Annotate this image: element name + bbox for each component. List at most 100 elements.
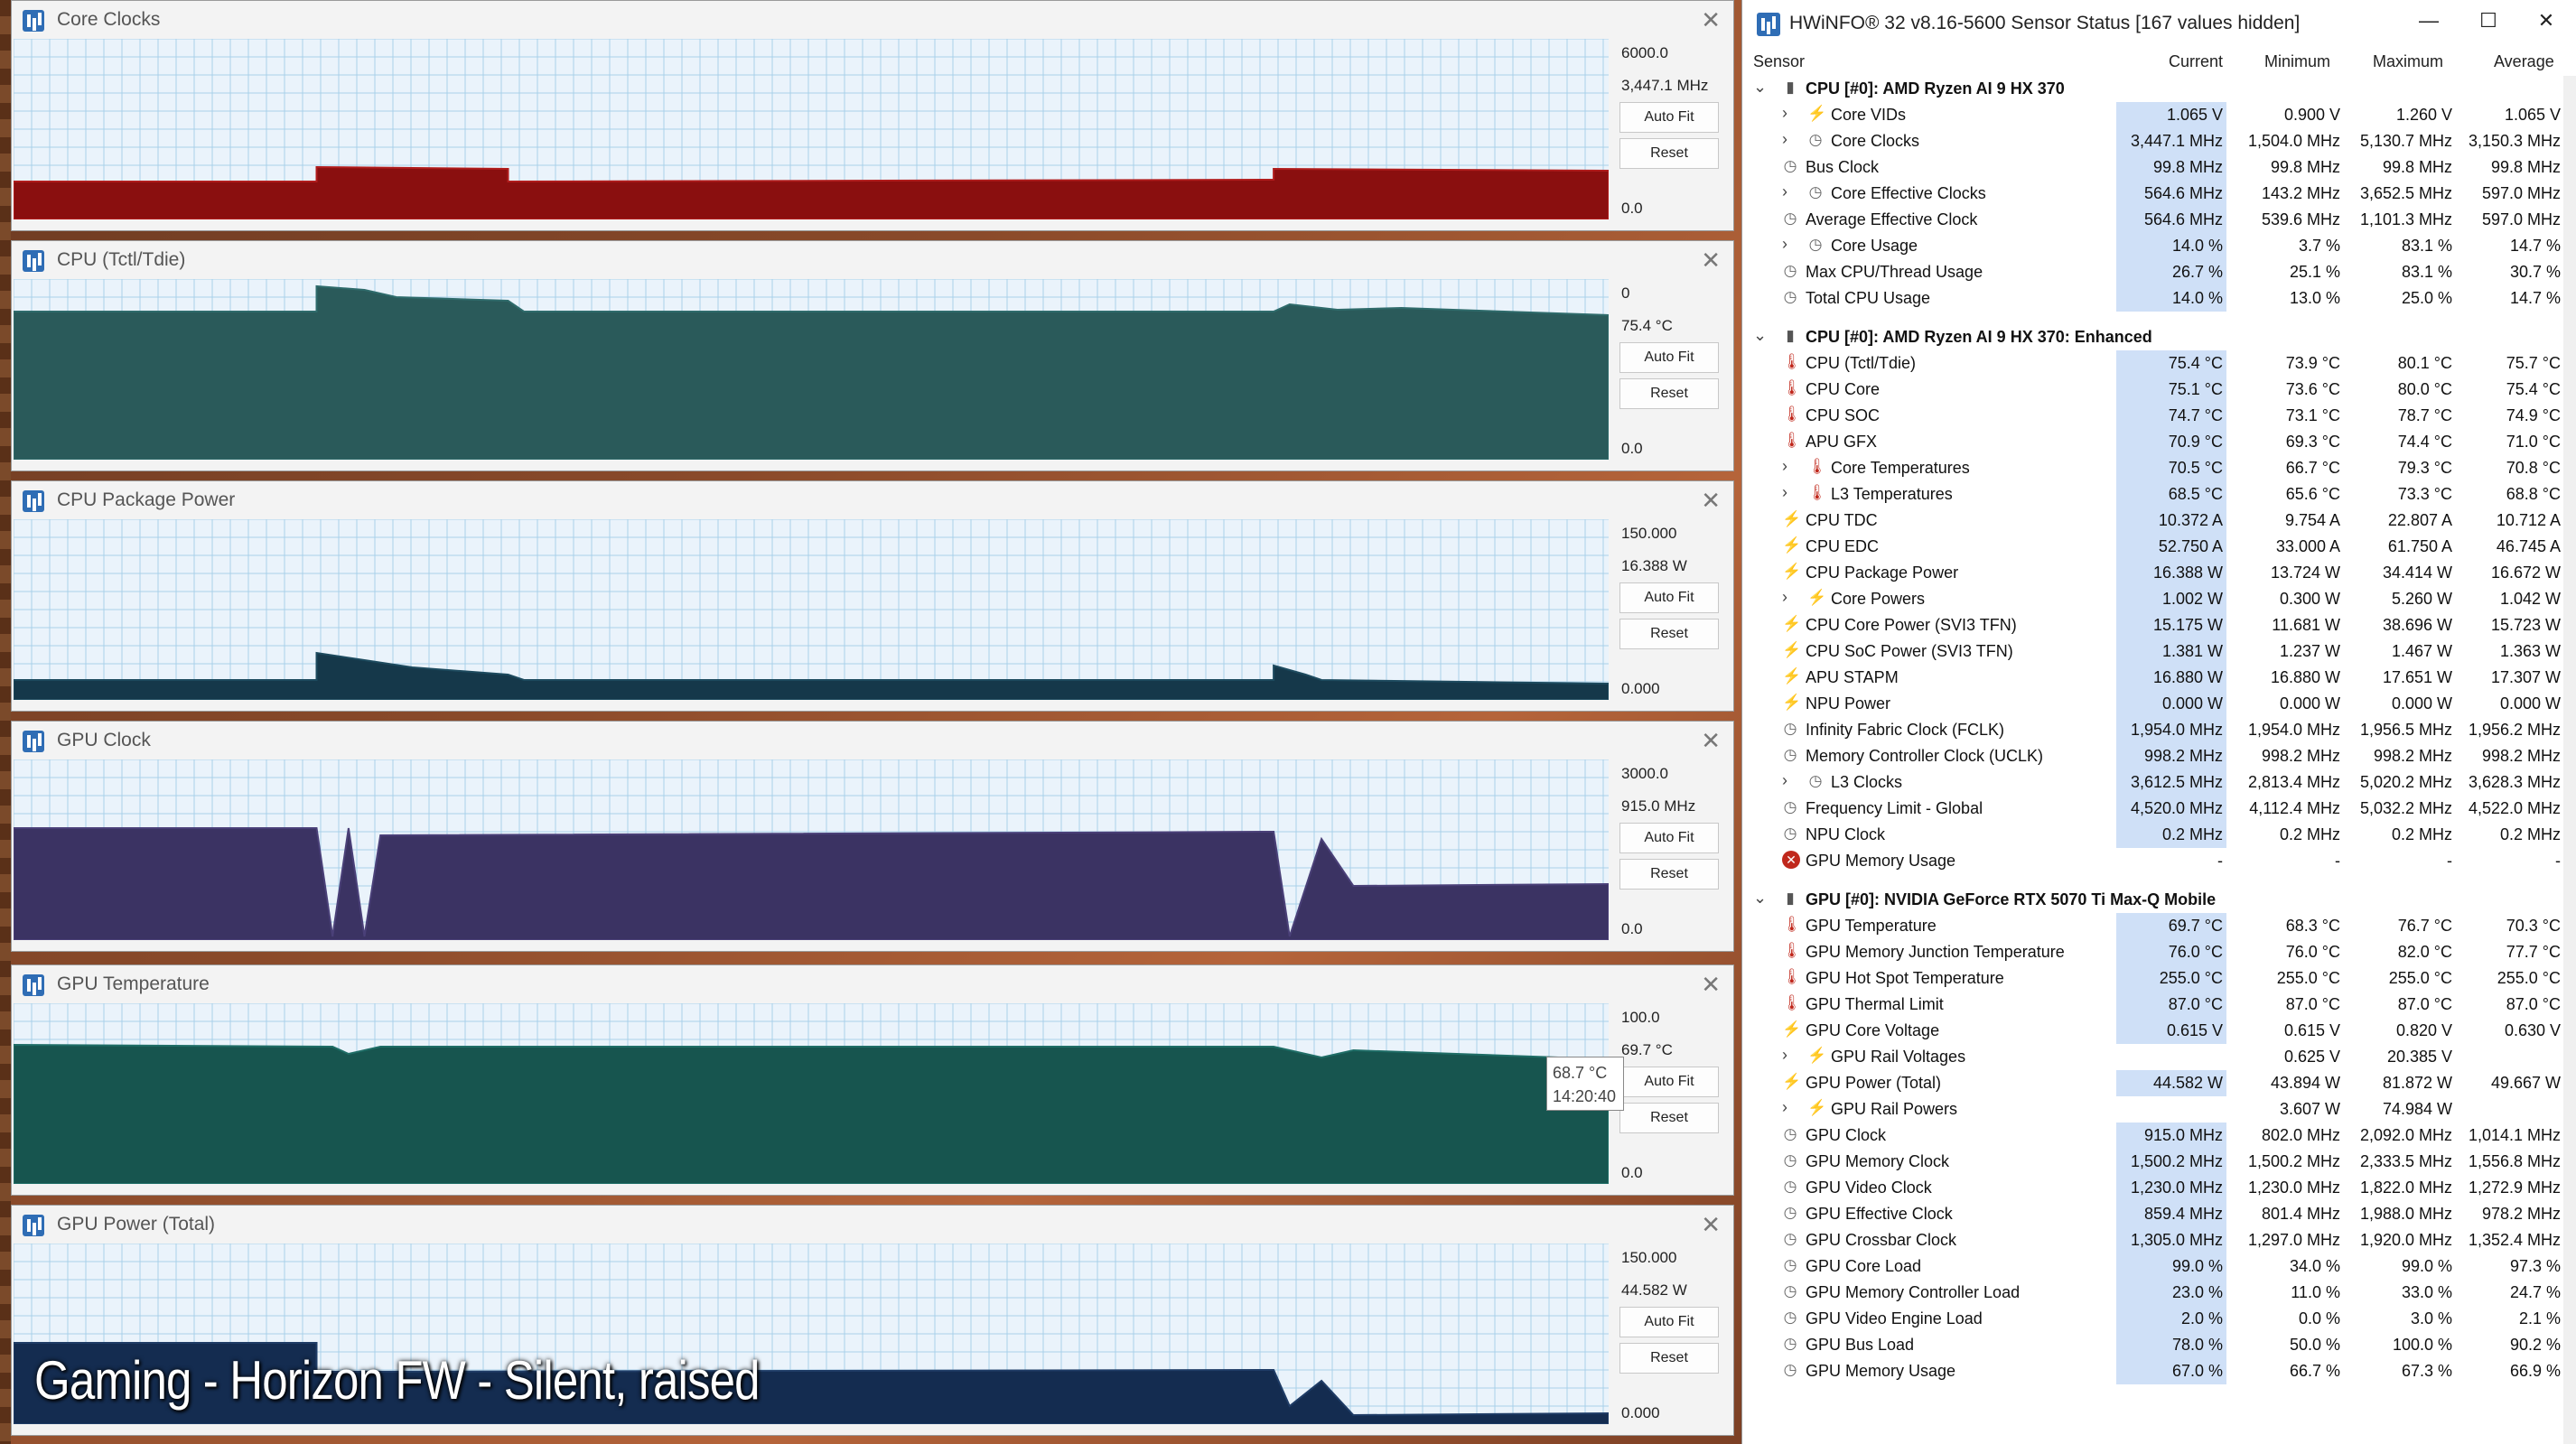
sensor-row[interactable]: ◷ GPU Bus Load 78.0 % 50.0 % 100.0 % 90.2 % — [1742, 1332, 2576, 1358]
collapse-chevron-icon[interactable]: ⌄ — [1753, 326, 1767, 345]
sensor-row[interactable]: › ⚡ Core Powers 1.002 W 0.300 W 5.260 W 1.042 … — [1742, 586, 2576, 612]
graph-titlebar[interactable]: GPU Temperature ✕ — [12, 965, 1733, 1001]
maximize-icon[interactable]: ☐ — [2470, 9, 2506, 33]
reset-button[interactable]: Reset — [1619, 859, 1719, 890]
sensor-row[interactable]: › 🌡 L3 Temperatures 68.5 °C 65.6 °C 73.3 °C 68… — [1742, 481, 2576, 508]
close-icon[interactable]: ✕ — [1701, 727, 1721, 755]
expand-chevron-icon[interactable]: › — [1782, 1046, 1787, 1065]
sensor-row[interactable]: ⚡ APU STAPM 16.880 W 16.880 W 17.651 W 17.307… — [1742, 665, 2576, 691]
auto-fit-button[interactable]: Auto Fit — [1619, 102, 1719, 133]
expand-chevron-icon[interactable]: › — [1782, 104, 1787, 123]
sensor-row[interactable]: 🌡 GPU Temperature 69.7 °C 68.3 °C 76.7 °C 70.… — [1742, 913, 2576, 939]
expand-chevron-icon[interactable]: › — [1782, 588, 1787, 607]
auto-fit-button[interactable]: Auto Fit — [1619, 342, 1719, 373]
sensor-row[interactable]: ⚡ CPU Package Power 16.388 W 13.724 W 34.414… — [1742, 560, 2576, 586]
sensor-row[interactable]: ⚡ GPU Power (Total) 44.582 W 43.894 W 81.872… — [1742, 1070, 2576, 1096]
sensor-name: CPU Core — [1806, 380, 1881, 398]
sensor-row[interactable]: ◷ Bus Clock 99.8 MHz 99.8 MHz 99.8 MHz 99.8 M… — [1742, 154, 2576, 181]
sensor-row[interactable]: 🌡 GPU Thermal Limit 87.0 °C 87.0 °C 87.0 °C 8… — [1742, 992, 2576, 1018]
sensor-group-row[interactable]: ⌄ ▮ GPU [#0]: NVIDIA GeForce RTX 5070 Ti… — [1742, 887, 2576, 913]
col-maximum[interactable]: Maximum — [2373, 52, 2443, 71]
sensor-row[interactable]: ◷ GPU Core Load 99.0 % 34.0 % 99.0 % 97.3 % — [1742, 1253, 2576, 1280]
reset-button[interactable]: Reset — [1619, 138, 1719, 169]
auto-fit-button[interactable]: Auto Fit — [1619, 823, 1719, 853]
sensor-row[interactable]: › ◷ Core Clocks 3,447.1 MHz 1,504.0 MHz 5,130… — [1742, 128, 2576, 154]
sensor-row[interactable]: ⚡ CPU SoC Power (SVI3 TFN) 1.381 W 1.237 W 1… — [1742, 638, 2576, 665]
sensor-row[interactable]: ✕ GPU Memory Usage - - - - — [1742, 848, 2576, 874]
collapse-chevron-icon[interactable]: ⌄ — [1753, 889, 1767, 908]
sensor-row[interactable]: ◷ Memory Controller Clock (UCLK) 998.2 MHz… — [1742, 743, 2576, 769]
sensor-group-row[interactable]: ⌄ ▮ CPU [#0]: AMD Ryzen AI 9 HX 370: Enh… — [1742, 324, 2576, 350]
sensor-row[interactable]: ⚡ CPU EDC 52.750 A 33.000 A 61.750 A 46.745 A — [1742, 534, 2576, 560]
sensor-row[interactable]: ◷ Max CPU/Thread Usage 26.7 % 25.1 % 83.1 % 3… — [1742, 259, 2576, 285]
expand-chevron-icon[interactable]: › — [1782, 771, 1787, 790]
sensor-row[interactable]: › ⚡ Core VIDs 1.065 V 0.900 V 1.260 V 1.065 V — [1742, 102, 2576, 128]
sensor-row[interactable]: ◷ GPU Effective Clock 859.4 MHz 801.4 MHz 1,… — [1742, 1201, 2576, 1227]
expand-chevron-icon[interactable]: › — [1782, 182, 1787, 201]
sensor-row[interactable]: › 🌡 Core Temperatures 70.5 °C 66.7 °C 79.3 °C… — [1742, 455, 2576, 481]
col-minimum[interactable]: Minimum — [2264, 52, 2330, 71]
graph-title: Core Clocks — [57, 9, 161, 30]
auto-fit-button[interactable]: Auto Fit — [1619, 1307, 1719, 1337]
reset-button[interactable]: Reset — [1619, 1103, 1719, 1133]
sensor-maximum: 38.696 W — [2382, 616, 2452, 634]
sensor-row[interactable]: ◷ Average Effective Clock 564.6 MHz 539.6 M… — [1742, 207, 2576, 233]
sensor-row[interactable]: 🌡 CPU Core 75.1 °C 73.6 °C 80.0 °C 75.4 °C — [1742, 377, 2576, 403]
col-sensor[interactable]: Sensor — [1753, 52, 1805, 71]
sensor-row[interactable]: ⚡ GPU Core Voltage 0.615 V 0.615 V 0.820 V 0.… — [1742, 1018, 2576, 1044]
graph-titlebar[interactable]: Core Clocks ✕ — [12, 1, 1733, 37]
sensor-row[interactable]: ◷ Frequency Limit - Global 4,520.0 MHz 4,11… — [1742, 796, 2576, 822]
close-icon[interactable]: ✕ — [1701, 487, 1721, 515]
sensor-row[interactable]: ◷ GPU Video Clock 1,230.0 MHz 1,230.0 MHz 1,… — [1742, 1175, 2576, 1201]
sensor-row[interactable]: › ◷ Core Usage 14.0 % 3.7 % 83.1 % 14.7 % — [1742, 233, 2576, 259]
reset-button[interactable]: Reset — [1619, 378, 1719, 409]
sensor-row[interactable]: › ⚡ GPU Rail Powers 3.607 W 74.984 W — [1742, 1096, 2576, 1123]
sensor-row[interactable]: 🌡 CPU (Tctl/Tdie) 75.4 °C 73.9 °C 80.1 °C 75.… — [1742, 350, 2576, 377]
expand-chevron-icon[interactable]: › — [1782, 483, 1787, 502]
close-icon[interactable]: ✕ — [2528, 9, 2564, 33]
sensor-row[interactable]: › ◷ Core Effective Clocks 564.6 MHz 143.2 MH… — [1742, 181, 2576, 207]
sensor-row[interactable]: ◷ GPU Memory Clock 1,500.2 MHz 1,500.2 MHz 2… — [1742, 1149, 2576, 1175]
sensor-row[interactable]: ◷ GPU Video Engine Load 2.0 % 0.0 % 3.0 % 2.1… — [1742, 1306, 2576, 1332]
expand-chevron-icon[interactable]: › — [1782, 1098, 1787, 1117]
sensor-row[interactable]: ◷ GPU Crossbar Clock 1,305.0 MHz 1,297.0 MH… — [1742, 1227, 2576, 1253]
reset-button[interactable]: Reset — [1619, 1343, 1719, 1374]
auto-fit-button[interactable]: Auto Fit — [1619, 582, 1719, 613]
expand-chevron-icon[interactable]: › — [1782, 130, 1787, 149]
graph-titlebar[interactable]: CPU Package Power ✕ — [12, 481, 1733, 517]
graph-titlebar[interactable]: CPU (Tctl/Tdie) ✕ — [12, 241, 1733, 277]
expand-chevron-icon[interactable]: › — [1782, 457, 1787, 476]
vertical-scrollbar[interactable] — [2563, 76, 2576, 1444]
sensor-row[interactable]: ⚡ CPU TDC 10.372 A 9.754 A 22.807 A 10.712 A — [1742, 508, 2576, 534]
col-average[interactable]: Average — [2494, 52, 2554, 71]
sensor-row[interactable]: › ◷ L3 Clocks 3,612.5 MHz 2,813.4 MHz 5,020.2… — [1742, 769, 2576, 796]
sensor-row[interactable]: 🌡 GPU Hot Spot Temperature 255.0 °C 255.0 °… — [1742, 965, 2576, 992]
close-icon[interactable]: ✕ — [1701, 971, 1721, 999]
sensor-row[interactable]: ◷ GPU Memory Controller Load 23.0 % 11.0 % 3… — [1742, 1280, 2576, 1306]
minimize-icon[interactable]: — — [2411, 9, 2447, 33]
sensor-row[interactable]: ◷ Infinity Fabric Clock (FCLK) 1,954.0 MHz… — [1742, 717, 2576, 743]
sensor-row[interactable]: ◷ Total CPU Usage 14.0 % 13.0 % 25.0 % 14.7 % — [1742, 285, 2576, 312]
reset-button[interactable]: Reset — [1619, 619, 1719, 649]
graph-titlebar[interactable]: GPU Clock ✕ — [12, 722, 1733, 758]
close-icon[interactable]: ✕ — [1701, 247, 1721, 275]
sensor-row[interactable]: 🌡 CPU SOC 74.7 °C 73.1 °C 78.7 °C 74.9 °C — [1742, 403, 2576, 429]
sensor-row[interactable]: 🌡 APU GFX 70.9 °C 69.3 °C 74.4 °C 71.0 °C — [1742, 429, 2576, 455]
sensor-row[interactable]: ◷ GPU Memory Usage 67.0 % 66.7 % 67.3 % 66.9 … — [1742, 1358, 2576, 1384]
sensor-row[interactable]: 🌡 GPU Memory Junction Temperature 76.0 °C 7… — [1742, 939, 2576, 965]
graph-titlebar[interactable]: GPU Power (Total) ✕ — [12, 1206, 1733, 1242]
sensor-row[interactable]: ⚡ CPU Core Power (SVI3 TFN) 15.175 W 11.681… — [1742, 612, 2576, 638]
graph-max-label: 3000.0 — [1621, 765, 1668, 782]
sensor-row[interactable]: ◷ NPU Clock 0.2 MHz 0.2 MHz 0.2 MHz 0.2 MHz — [1742, 822, 2576, 848]
close-icon[interactable]: ✕ — [1701, 1211, 1721, 1239]
col-current[interactable]: Current — [2169, 52, 2223, 71]
sensor-row[interactable]: ⚡ NPU Power 0.000 W 0.000 W 0.000 W 0.000 W — [1742, 691, 2576, 717]
close-icon[interactable]: ✕ — [1701, 6, 1721, 34]
expand-chevron-icon[interactable]: › — [1782, 235, 1787, 254]
sensor-row[interactable]: ◷ GPU Clock 915.0 MHz 802.0 MHz 2,092.0 MHz 1… — [1742, 1123, 2576, 1149]
sensor-row[interactable]: › ⚡ GPU Rail Voltages 0.625 V 20.385 V — [1742, 1044, 2576, 1070]
auto-fit-button[interactable]: Auto Fit — [1619, 1067, 1719, 1097]
sensor-group-row[interactable]: ⌄ ▮ CPU [#0]: AMD Ryzen AI 9 HX 370 — [1742, 76, 2576, 102]
collapse-chevron-icon[interactable]: ⌄ — [1753, 78, 1767, 97]
sensor-window-titlebar[interactable]: HWiNFO® 32 v8.16-5600 Sensor Status [167… — [1742, 0, 2576, 47]
